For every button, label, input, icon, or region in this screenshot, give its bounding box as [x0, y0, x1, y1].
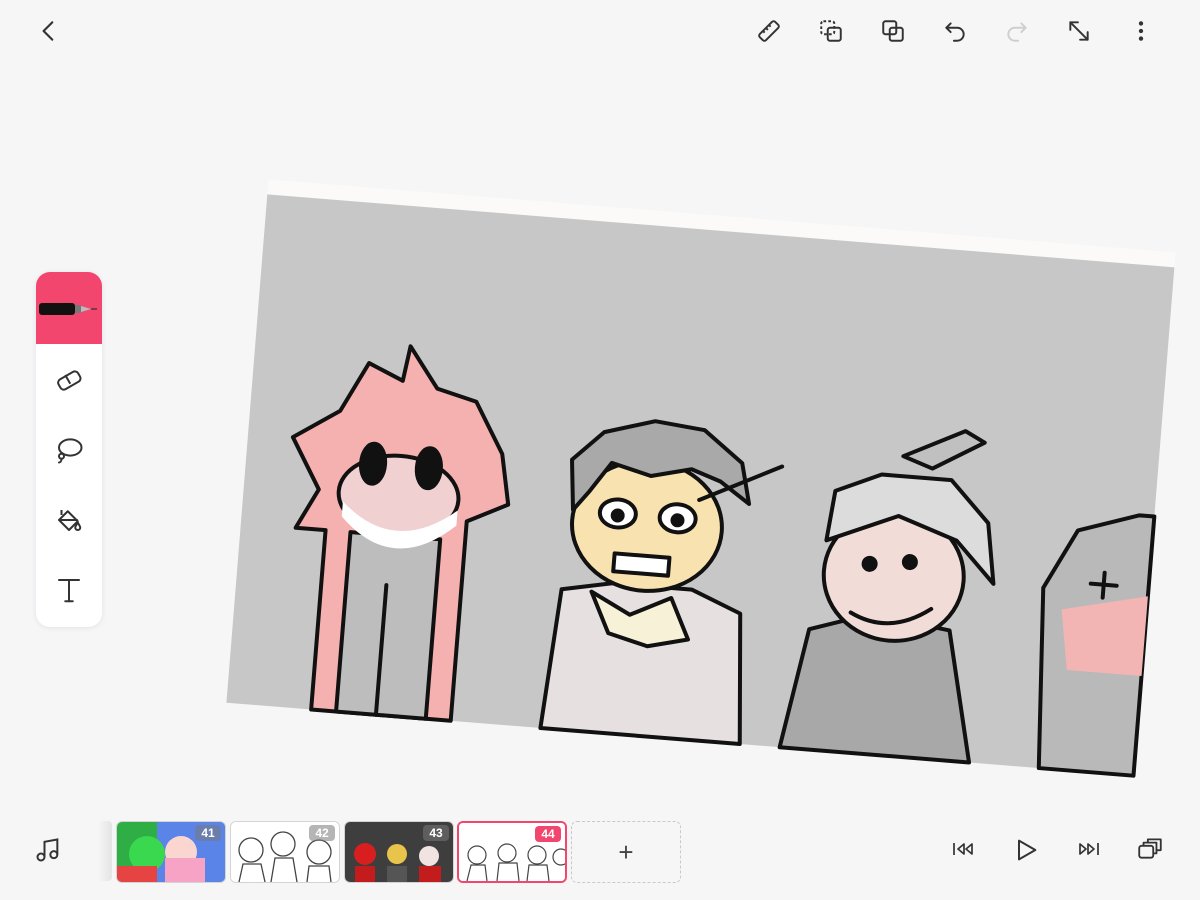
- frame-thumbnail-prev[interactable]: [98, 821, 112, 881]
- last-frame-button[interactable]: [1074, 836, 1104, 866]
- first-frame-button[interactable]: [950, 836, 980, 866]
- skip-forward-icon: [1079, 843, 1099, 855]
- add-frame-button[interactable]: +: [571, 821, 681, 883]
- play-button[interactable]: [1012, 836, 1042, 866]
- music-button[interactable]: [34, 836, 64, 866]
- drawing-canvas[interactable]: [0, 0, 1200, 900]
- add-frame-label: +: [618, 836, 634, 867]
- onion-layers-icon: [1138, 838, 1162, 859]
- frame-thumbnail[interactable]: 41: [116, 821, 226, 883]
- frame-number: 42: [309, 825, 335, 841]
- skip-back-icon: [953, 843, 973, 855]
- music-note-icon: [36, 838, 59, 862]
- frame-thumbnail[interactable]: 43: [344, 821, 454, 883]
- onion-skin-button[interactable]: [1136, 834, 1166, 864]
- play-icon: [1018, 839, 1037, 861]
- frame-number: 41: [195, 825, 221, 841]
- frame-thumbnail[interactable]: 42: [230, 821, 340, 883]
- frame-thumbnail-selected[interactable]: 44: [457, 821, 567, 883]
- frame-number: 44: [535, 826, 561, 842]
- frame-number: 43: [423, 825, 449, 841]
